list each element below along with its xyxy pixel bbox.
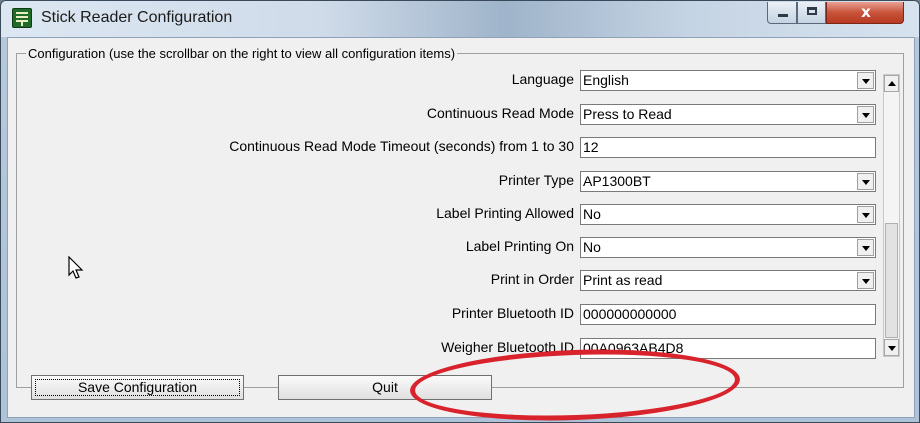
app-window: Stick Reader Configuration x Configurati… — [0, 0, 920, 423]
scroll-down-button[interactable] — [884, 339, 899, 356]
continuous-read-mode-value: Press to Read — [583, 106, 672, 122]
continuous-read-mode-select[interactable]: Press to Read — [580, 104, 876, 125]
focus-rectangle — [35, 379, 240, 396]
close-button[interactable]: x — [826, 2, 904, 24]
maximize-icon — [807, 7, 817, 15]
group-legend: Configuration (use the scrollbar on the … — [26, 46, 458, 61]
save-configuration-button[interactable]: Save Configuration — [31, 375, 244, 400]
label-printing-on-select[interactable]: No — [580, 237, 876, 258]
language-value: English — [583, 72, 629, 88]
chevron-down-icon[interactable] — [857, 72, 874, 89]
timeout-input[interactable]: 12 — [580, 137, 876, 158]
maximize-button[interactable] — [797, 2, 826, 24]
label-printing-allowed-value: No — [583, 206, 601, 222]
config-label-label-printing-allowed: Label Printing Allowed — [436, 205, 574, 221]
close-icon: x — [861, 3, 871, 21]
config-label-timeout: Continuous Read Mode Timeout (seconds) f… — [229, 138, 574, 154]
chevron-down-icon[interactable] — [857, 106, 874, 123]
config-label-printer-bluetooth-id: Printer Bluetooth ID — [451, 305, 574, 321]
chevron-down-icon[interactable] — [857, 272, 874, 289]
scrollbar-thumb[interactable] — [885, 223, 898, 338]
timeout-value: 12 — [583, 139, 599, 155]
label-printing-allowed-select[interactable]: No — [580, 204, 876, 225]
printer-bluetooth-id-input[interactable]: 000000000000 — [580, 304, 876, 325]
chevron-down-icon[interactable] — [857, 173, 874, 190]
config-label-continuous-read-mode: Continuous Read Mode — [426, 105, 574, 121]
mouse-pointer-icon — [68, 255, 84, 285]
printer-bluetooth-id-value: 000000000000 — [583, 306, 677, 322]
chevron-down-icon[interactable] — [857, 206, 874, 223]
label-printing-on-value: No — [583, 239, 601, 255]
config-label-printer-type: Printer Type — [498, 172, 574, 188]
config-scrollbar[interactable] — [883, 74, 900, 357]
minimize-button[interactable] — [767, 2, 797, 24]
config-label-print-in-order: Print in Order — [490, 271, 574, 287]
green-reader-icon — [12, 8, 32, 28]
language-select[interactable]: English — [580, 70, 876, 91]
printer-type-value: AP1300BT — [583, 173, 651, 189]
config-label-label-printing-on: Label Printing On — [465, 238, 574, 254]
printer-type-select[interactable]: AP1300BT — [580, 171, 876, 192]
chevron-down-icon[interactable] — [857, 239, 874, 256]
title-bar[interactable]: Stick Reader Configuration x — [1, 1, 919, 37]
scroll-up-button[interactable] — [884, 75, 899, 92]
minimize-icon — [778, 14, 788, 17]
print-in-order-value: Print as read — [583, 272, 663, 288]
config-label-language: Language — [511, 71, 574, 87]
window-title: Stick Reader Configuration — [41, 9, 233, 26]
quit-label: Quit — [372, 379, 398, 395]
client-area: Configuration (use the scrollbar on the … — [7, 37, 915, 422]
print-in-order-select[interactable]: Print as read — [580, 270, 876, 291]
